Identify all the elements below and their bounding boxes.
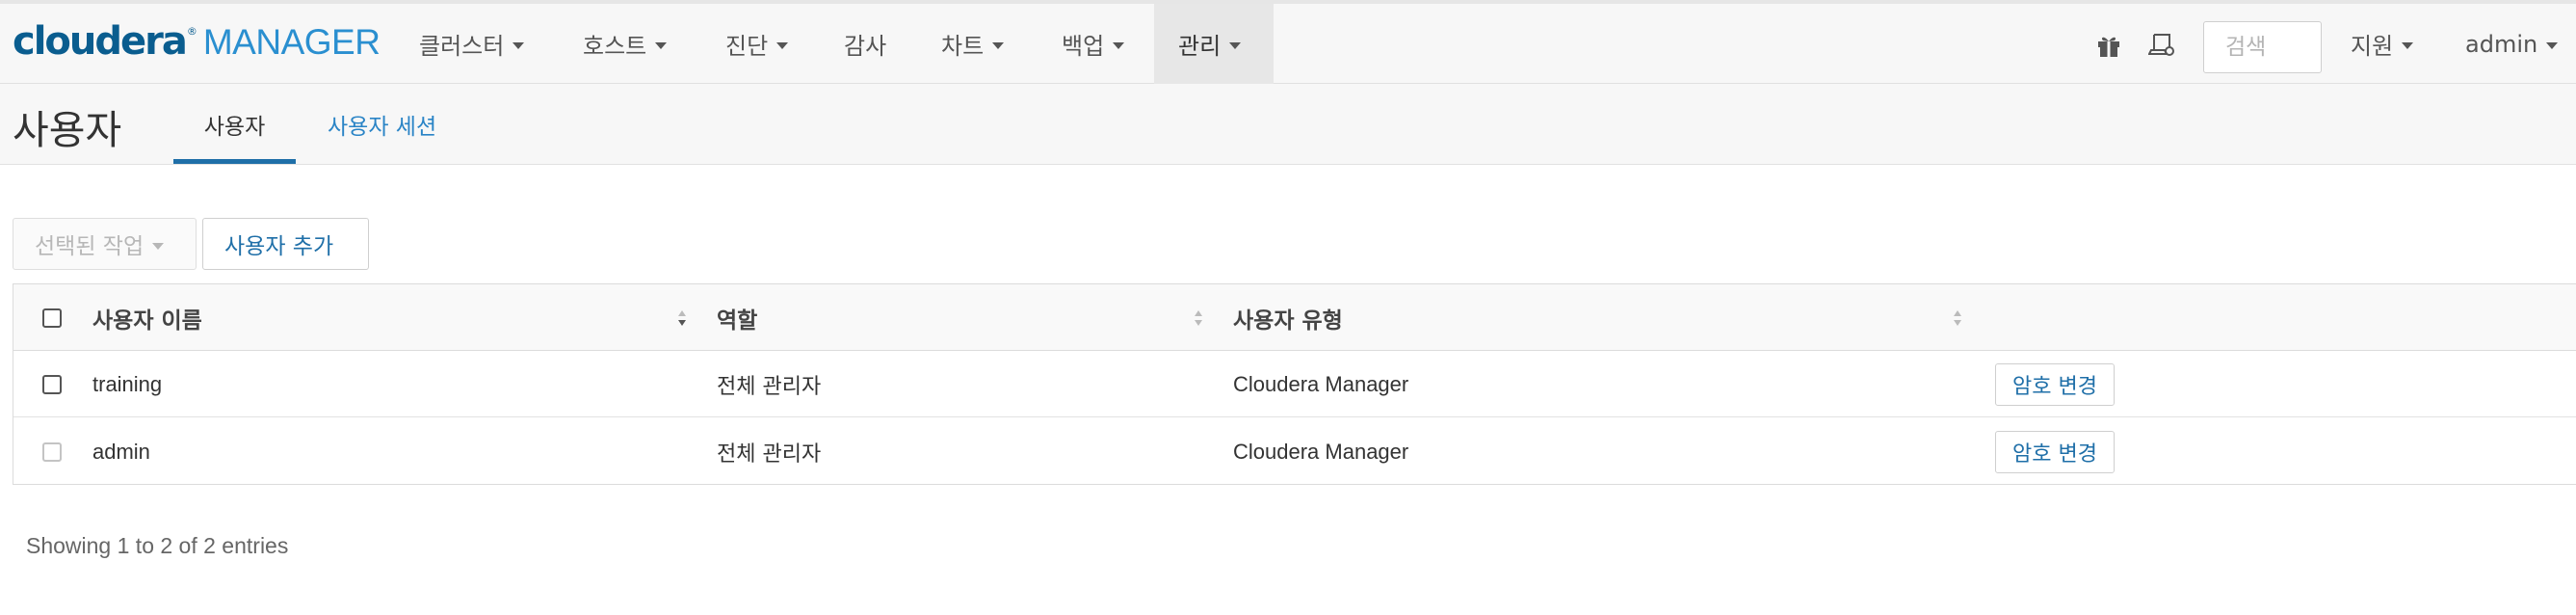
user-type-cell: Cloudera Manager <box>1233 439 1409 464</box>
nav-hosts-label: 호스트 <box>583 33 647 60</box>
chevron-down-icon <box>1229 42 1242 49</box>
nav-hosts[interactable]: 호스트 <box>559 4 691 84</box>
nav-support[interactable]: 지원 <box>2326 4 2437 84</box>
nav-user-label: admin <box>2465 30 2538 58</box>
change-password-button[interactable]: 암호 변경 <box>1995 362 2115 406</box>
column-header-role[interactable]: 역할 <box>717 284 757 351</box>
select-all-checkbox[interactable] <box>42 308 62 328</box>
chevron-down-icon <box>152 242 165 250</box>
row-checkbox[interactable] <box>42 374 62 394</box>
sort-icon[interactable] <box>1952 307 1963 330</box>
nav-diagnostics-label: 진단 <box>725 33 769 60</box>
row-select-cell <box>42 418 62 485</box>
nav-diagnostics[interactable]: 진단 <box>701 4 812 84</box>
row-select-cell <box>42 351 62 417</box>
chevron-down-icon <box>992 42 1005 49</box>
selected-actions-label: 선택된 작업 <box>35 234 145 259</box>
brand-product: MANAGER <box>202 22 381 62</box>
chevron-down-icon <box>513 42 525 49</box>
table-row: admin 전체 관리자 Cloudera Manager 암호 변경 <box>13 418 2576 485</box>
nav-audits-label: 감사 <box>844 33 887 60</box>
top-navbar: cloudera ® MANAGER 클러스터 호스트 진단 감사 차트 백업 … <box>0 0 2576 84</box>
tab-users[interactable]: 사용자 <box>173 84 296 164</box>
chevron-down-icon <box>2546 42 2559 49</box>
chevron-down-icon <box>655 42 668 49</box>
selected-actions-button[interactable]: 선택된 작업 <box>13 218 197 270</box>
nav-backup-label: 백업 <box>1062 33 1105 60</box>
chevron-down-icon <box>1113 42 1125 49</box>
user-type-cell: Cloudera Manager <box>1233 371 1409 396</box>
tab-user-sessions-label: 사용자 세션 <box>328 114 437 140</box>
nav-charts-label: 차트 <box>941 33 985 60</box>
sort-icon[interactable] <box>676 307 688 330</box>
nav-user-menu[interactable]: admin <box>2441 4 2567 84</box>
nav-backup[interactable]: 백업 <box>1038 4 1148 84</box>
brand-registered-mark: ® <box>186 25 197 38</box>
username-cell: training <box>92 371 163 396</box>
users-table: 사용자 이름 역할 사용자 유형 training 전체 관리자 Clouder… <box>13 283 2576 485</box>
nav-administration-label: 관리 <box>1178 33 1222 60</box>
gift-icon[interactable] <box>2092 29 2125 62</box>
add-user-button[interactable]: 사용자 추가 <box>202 218 369 270</box>
nav-support-label: 지원 <box>2351 33 2394 60</box>
change-password-button[interactable]: 암호 변경 <box>1995 430 2115 473</box>
action-cell: 암호 변경 <box>1995 418 2115 485</box>
nav-administration[interactable]: 관리 <box>1154 4 1274 84</box>
table-info-text: Showing 1 to 2 of 2 entries <box>26 533 289 558</box>
chevron-down-icon <box>776 42 789 49</box>
search-input[interactable] <box>2203 21 2322 73</box>
page-title: 사용자 <box>13 107 122 153</box>
laptop-icon[interactable] <box>2146 29 2179 62</box>
role-cell: 전체 관리자 <box>717 374 822 399</box>
brand-name: cloudera <box>13 19 188 64</box>
chevron-down-icon <box>2402 42 2414 49</box>
column-header-username[interactable]: 사용자 이름 <box>92 284 202 351</box>
action-cell: 암호 변경 <box>1995 351 2115 417</box>
row-checkbox[interactable] <box>42 441 62 462</box>
cloudera-manager-logo[interactable]: cloudera ® MANAGER <box>13 19 381 67</box>
nav-clusters-label: 클러스터 <box>419 33 505 60</box>
select-all-cell <box>42 284 62 351</box>
table-header: 사용자 이름 역할 사용자 유형 <box>13 284 2576 351</box>
nav-clusters[interactable]: 클러스터 <box>395 4 548 84</box>
nav-charts[interactable]: 차트 <box>917 4 1028 84</box>
sort-icon[interactable] <box>1193 307 1204 330</box>
tab-user-sessions[interactable]: 사용자 세션 <box>301 84 463 164</box>
tab-users-label: 사용자 <box>203 114 266 140</box>
page-header: 사용자 사용자 사용자 세션 <box>0 84 2576 165</box>
table-row: training 전체 관리자 Cloudera Manager 암호 변경 <box>13 351 2576 417</box>
nav-audits[interactable]: 감사 <box>820 4 910 84</box>
role-cell: 전체 관리자 <box>717 441 822 467</box>
column-header-user-type[interactable]: 사용자 유형 <box>1233 284 1343 351</box>
add-user-label: 사용자 추가 <box>224 234 334 259</box>
username-cell: admin <box>92 439 150 464</box>
